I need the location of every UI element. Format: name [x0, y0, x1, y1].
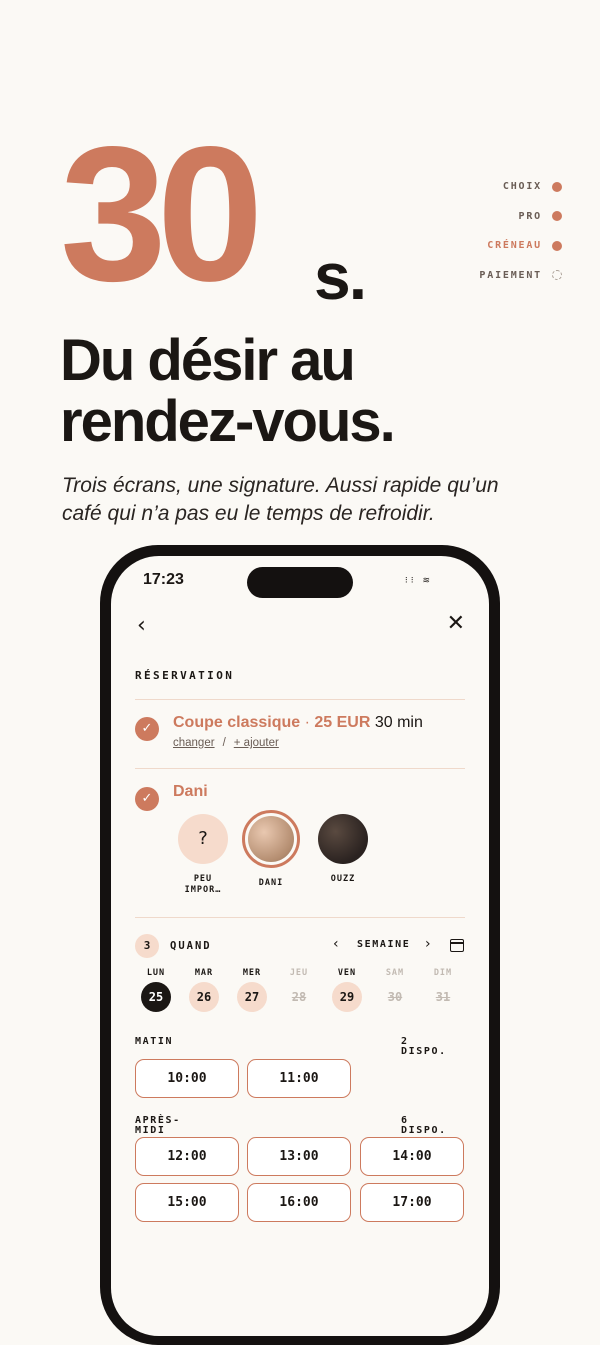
- status-time: 17:23: [143, 571, 184, 588]
- step-active-dot-icon: [552, 240, 562, 251]
- week-label: SEMAINE: [357, 939, 411, 950]
- chevron-left-icon[interactable]: ‹: [333, 936, 339, 952]
- day-name: MER: [242, 968, 262, 978]
- selected-pro-name: Dani: [173, 783, 208, 800]
- day-thu: JEU 28: [279, 968, 319, 1012]
- time-slot[interactable]: 11:00: [247, 1059, 351, 1098]
- headline-line-1: Du désir au: [60, 328, 356, 393]
- pro-option-label: PEU IMPOR…: [169, 874, 237, 896]
- avatar: [318, 814, 368, 864]
- step-number-badge: 3: [135, 934, 159, 958]
- period-line: MIDI: [135, 1125, 166, 1136]
- calendar-icon[interactable]: [450, 939, 464, 952]
- pro-option-label-line: PEU: [193, 874, 213, 884]
- service-links: changer / + ajouter: [173, 737, 279, 749]
- day-fri[interactable]: VEN 29: [327, 968, 367, 1012]
- back-arrow-icon[interactable]: ‹: [137, 613, 146, 638]
- day-number: 30: [387, 990, 403, 1004]
- avatar: [242, 810, 300, 868]
- day-name: DIM: [433, 968, 453, 978]
- change-service-link[interactable]: changer: [173, 737, 215, 749]
- day-name: VEN: [337, 968, 357, 978]
- day-number: 26: [189, 982, 219, 1012]
- pro-option-dani[interactable]: DANI: [237, 810, 305, 889]
- progress-steps: CHOIX PRO CRÉNEAU PAIEMENT: [479, 172, 562, 290]
- step-paiement: PAIEMENT: [479, 261, 562, 291]
- pro-option-ouzz[interactable]: OUZZ: [309, 814, 377, 885]
- divider: [135, 917, 465, 918]
- hero-unit: s.: [314, 239, 367, 313]
- link-separator: /: [222, 737, 226, 749]
- day-number: 25: [141, 982, 171, 1012]
- signal-wifi-icon: ⁝⁝ ≋: [404, 576, 433, 586]
- question-mark-icon: ?: [178, 814, 228, 864]
- chevron-right-icon[interactable]: ›: [425, 936, 431, 952]
- pro-option-any[interactable]: ? PEU IMPOR…: [169, 814, 237, 896]
- headline: Du désir au rendez-vous.: [60, 328, 396, 454]
- time-slot[interactable]: 15:00: [135, 1183, 239, 1222]
- hero-number: 30: [60, 106, 264, 321]
- service-summary: Coupe classique · 25 EUR 30 min: [173, 714, 423, 732]
- step-label: PAIEMENT: [479, 269, 542, 281]
- phone-screen: 17:23 ⁝⁝ ≋ ‹ ✕ RÉSERVATION ✓ Coupe class…: [111, 556, 489, 1336]
- day-name: JEU: [289, 968, 309, 978]
- service-separator: ·: [300, 714, 315, 731]
- divider: [135, 699, 465, 700]
- step-pro: PRO: [479, 202, 562, 232]
- day-number: 28: [291, 990, 307, 1004]
- day-tue[interactable]: MAR 26: [184, 968, 224, 1012]
- dynamic-island: [247, 567, 353, 598]
- day-name: LUN: [146, 968, 166, 978]
- step-label: PRO: [518, 210, 542, 222]
- pro-option-label: DANI: [258, 878, 284, 888]
- time-slot[interactable]: 17:00: [360, 1183, 464, 1222]
- service-duration: 30 min: [374, 714, 423, 731]
- day-sun: DIM 31: [423, 968, 463, 1012]
- day-name: SAM: [385, 968, 405, 978]
- period-morning-label: MATIN: [135, 1036, 174, 1047]
- day-name: MAR: [194, 968, 214, 978]
- count-unit: DISPO.: [401, 1046, 447, 1057]
- step-label: CHOIX: [502, 181, 542, 193]
- when-label: QUAND: [170, 940, 212, 952]
- pro-option-label: OUZZ: [330, 874, 356, 884]
- service-price: 25 EUR: [314, 714, 371, 731]
- close-icon[interactable]: ✕: [447, 611, 465, 636]
- time-slot[interactable]: 16:00: [247, 1183, 351, 1222]
- day-number: 27: [237, 982, 267, 1012]
- day-number: 31: [435, 990, 451, 1004]
- period-afternoon-label: APRÈS- MIDI: [135, 1116, 181, 1136]
- check-icon: ✓: [135, 717, 159, 741]
- phone-frame: 17:23 ⁝⁝ ≋ ‹ ✕ RÉSERVATION ✓ Coupe class…: [100, 545, 500, 1345]
- divider: [135, 768, 465, 769]
- step-choix: CHOIX: [479, 172, 562, 202]
- step-creneau: CRÉNEAU: [479, 231, 562, 261]
- time-slot[interactable]: 13:00: [247, 1137, 351, 1176]
- check-icon: ✓: [135, 787, 159, 811]
- subline: Trois écrans, une signature. Aussi rapid…: [62, 474, 499, 525]
- step-done-dot-icon: [552, 181, 562, 192]
- booking-title: RÉSERVATION: [135, 669, 235, 682]
- period-afternoon-count: 6 DISPO.: [401, 1116, 447, 1136]
- period-morning-count: 2 DISPO.: [401, 1037, 447, 1057]
- count-unit: DISPO.: [401, 1125, 447, 1136]
- day-wed[interactable]: MER 27: [232, 968, 272, 1012]
- step-label: CRÉNEAU: [487, 240, 542, 252]
- service-name: Coupe classique: [173, 714, 301, 731]
- step-pending-dot-icon: [552, 270, 562, 281]
- day-number: 29: [332, 982, 362, 1012]
- day-sat: SAM 30: [375, 968, 415, 1012]
- pro-option-label-line: IMPOR…: [184, 885, 222, 895]
- add-service-link[interactable]: + ajouter: [234, 737, 279, 749]
- time-slot[interactable]: 10:00: [135, 1059, 239, 1098]
- headline-line-2: rendez-vous.: [60, 389, 396, 454]
- time-slot[interactable]: 14:00: [360, 1137, 464, 1176]
- step-done-dot-icon: [552, 211, 562, 222]
- time-slot[interactable]: 12:00: [135, 1137, 239, 1176]
- day-mon[interactable]: LUN 25: [136, 968, 176, 1012]
